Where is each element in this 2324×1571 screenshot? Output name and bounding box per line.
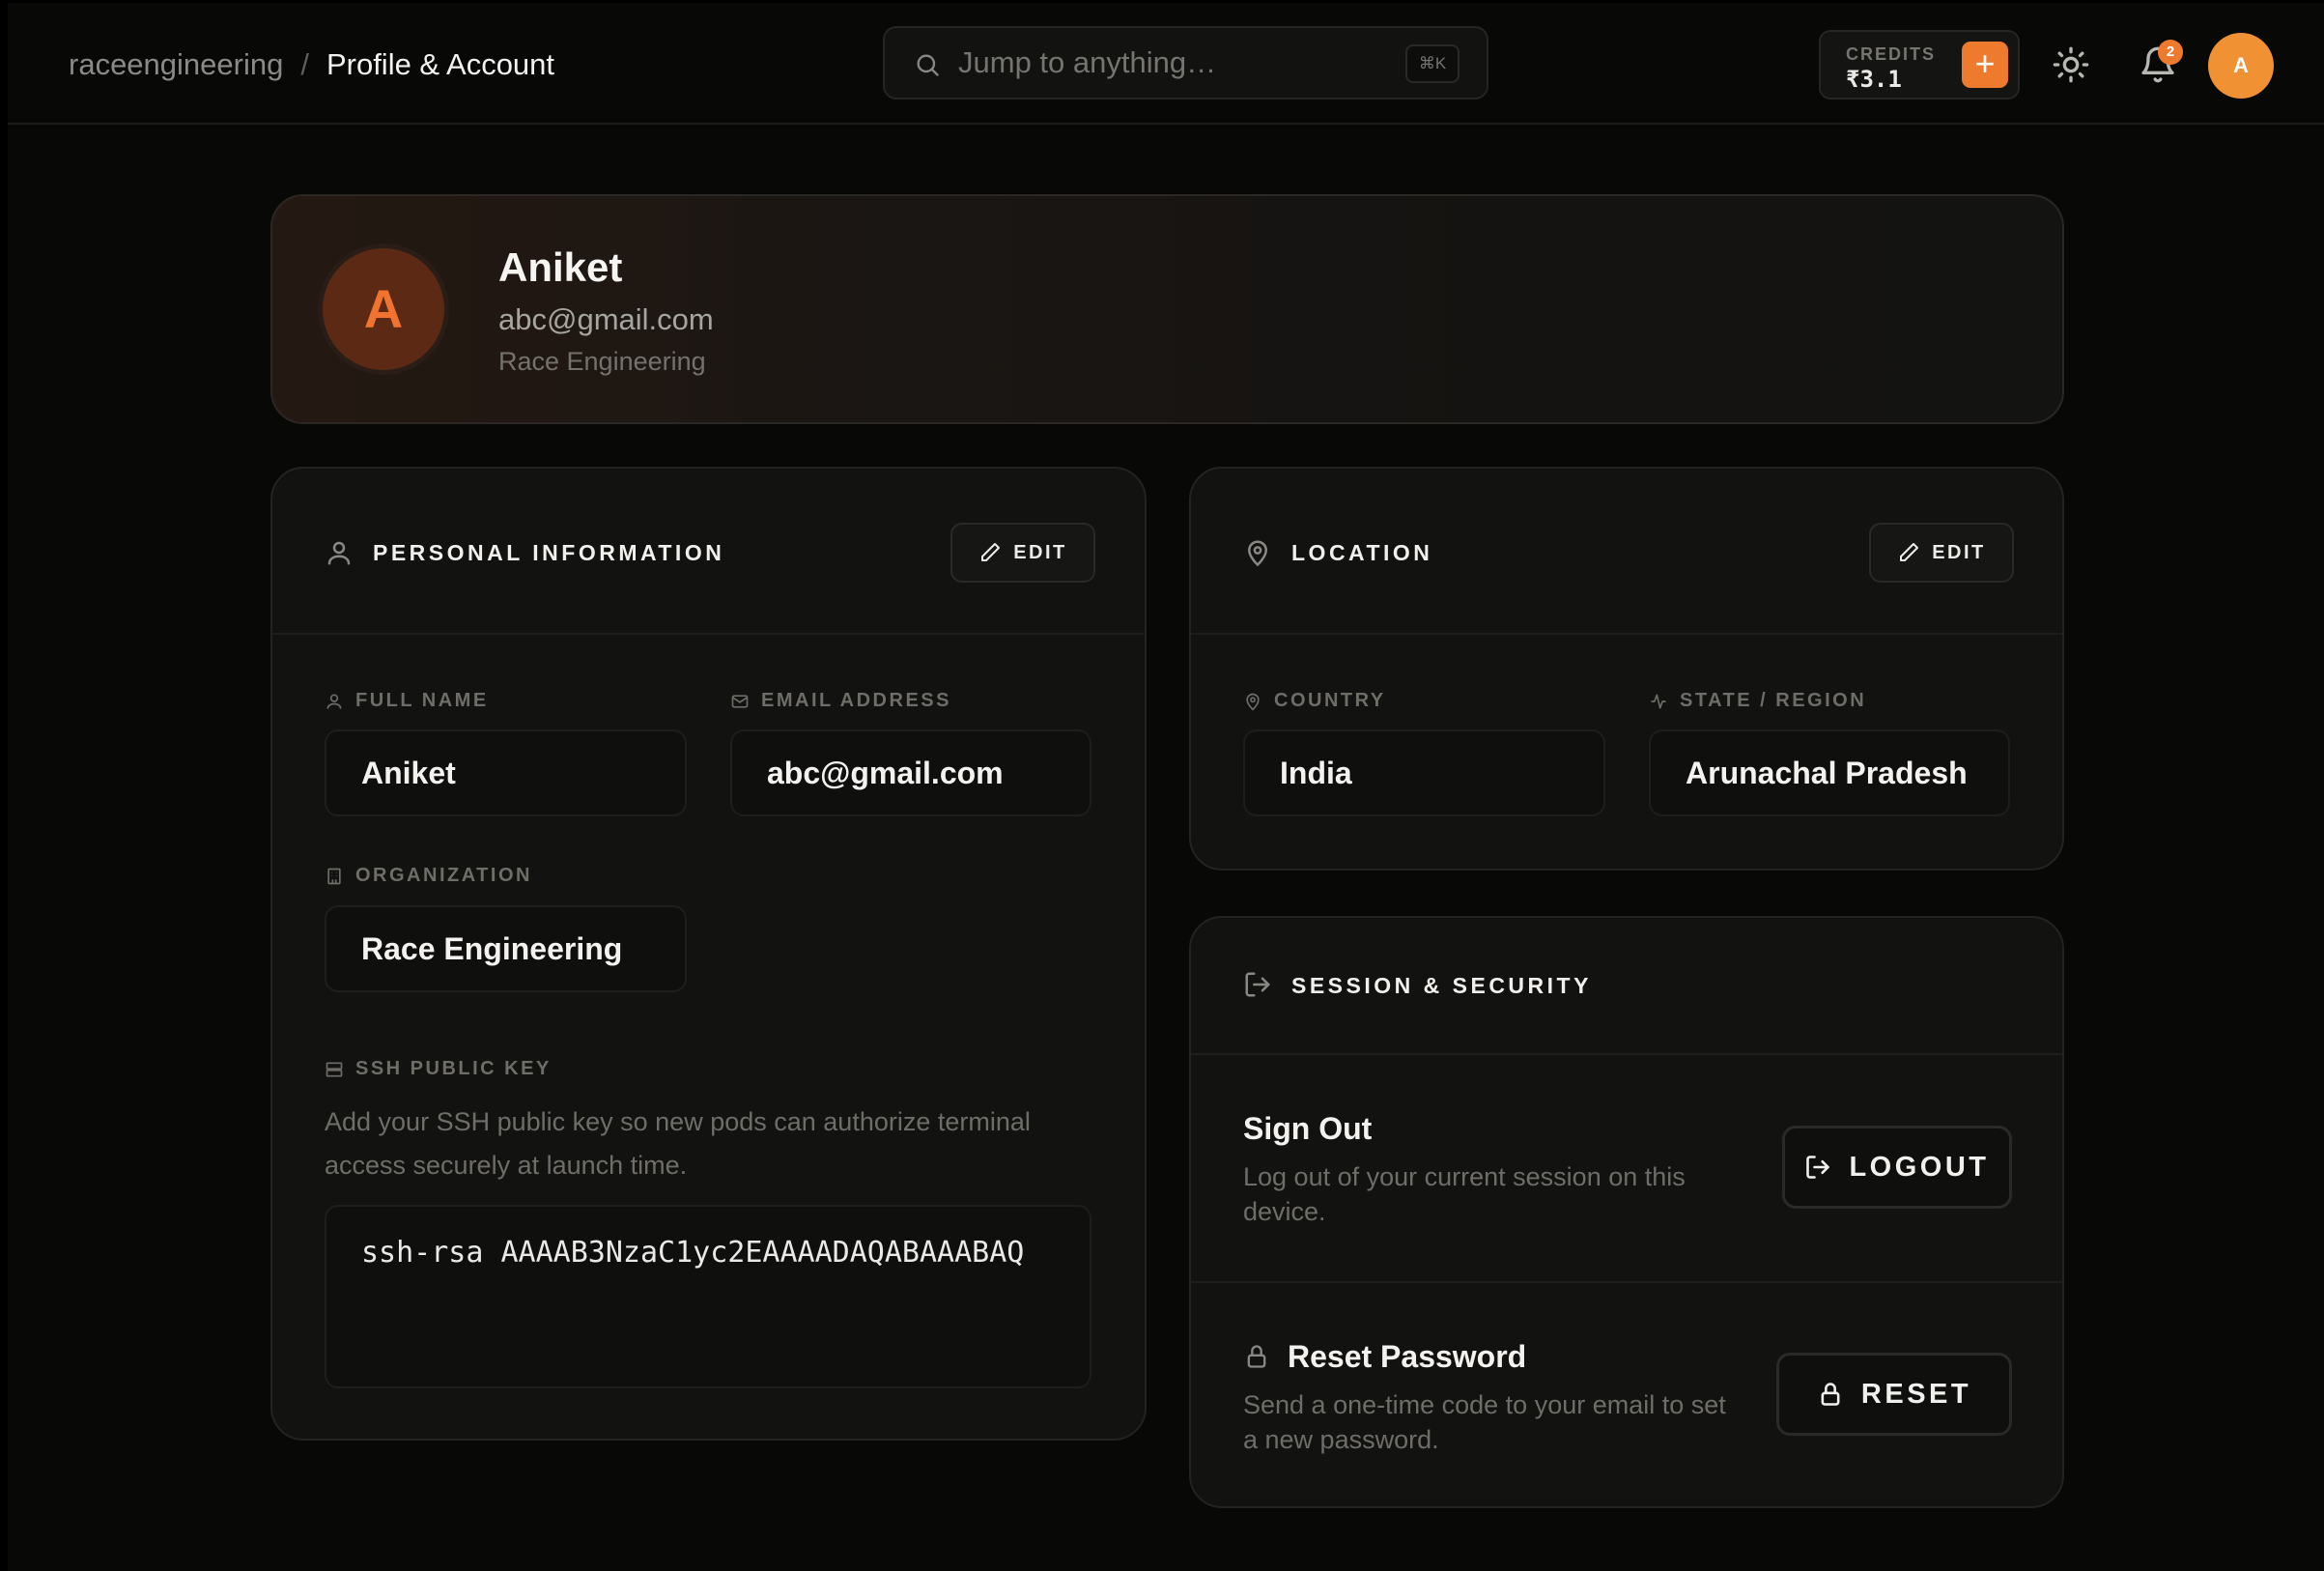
user-avatar-button[interactable]: A: [2208, 33, 2274, 99]
search-bar[interactable]: ⌘K: [883, 26, 1488, 100]
edit-label: EDIT: [1932, 541, 1986, 563]
pencil-icon: [1900, 543, 1919, 561]
reset-password-button[interactable]: RESET: [1776, 1353, 2012, 1436]
profile-organization: Race Engineering: [498, 347, 706, 376]
profile-name: Aniket: [498, 244, 623, 290]
location-card: LOCATION EDIT COUNTRY India STATE / REGI…: [1189, 467, 2064, 871]
add-credits-button[interactable]: +: [1962, 42, 2008, 88]
location-title: LOCATION: [1291, 540, 1433, 565]
sign-out-title: Sign Out: [1243, 1111, 1373, 1146]
full-name-label-text: FULL NAME: [355, 690, 489, 711]
profile-avatar: A: [318, 243, 449, 375]
credits-widget: CREDITS ₹3.1 +: [1819, 30, 2020, 100]
country-label-text: COUNTRY: [1274, 690, 1386, 711]
credits-value: ₹3.1: [1846, 66, 1902, 93]
search-icon: [917, 54, 939, 76]
log-out-icon: [1245, 972, 1270, 997]
breadcrumb-current: Profile & Account: [326, 47, 555, 81]
session-row-divider: [1191, 1281, 2062, 1283]
log-out-icon: [1806, 1156, 1830, 1179]
organization-label: ORGANIZATION: [325, 865, 532, 887]
ssh-key-description: Add your SSH public key so new pods can …: [325, 1107, 1031, 1180]
personal-information-title: PERSONAL INFORMATION: [373, 540, 725, 565]
window-frame-left: [0, 0, 8, 1571]
logout-label: LOGOUT: [1849, 1151, 1990, 1183]
reset-label: RESET: [1860, 1378, 1972, 1410]
sign-out-description: Log out of your current session on this …: [1243, 1162, 1686, 1226]
location-header: LOCATION EDIT: [1191, 469, 2062, 635]
reset-password-description: Send a one-time code to your email to se…: [1243, 1390, 1726, 1454]
mail-icon: [731, 694, 749, 708]
reset-password-title: Reset Password: [1288, 1339, 1527, 1374]
ssh-public-key-input[interactable]: ssh-rsa AAAAB3NzaC1yc2EAAAADAQABAAABAQ: [325, 1205, 1091, 1388]
organization-label-text: ORGANIZATION: [355, 865, 532, 886]
map-pin-icon: [1246, 693, 1260, 710]
breadcrumb: raceengineering / Profile & Account: [69, 47, 554, 82]
state-region-label: STATE / REGION: [1649, 690, 1866, 712]
state-region-label-text: STATE / REGION: [1680, 690, 1867, 711]
personal-information-card: PERSONAL INFORMATION EDIT FULL NAME Anik…: [270, 467, 1147, 1441]
credits-label: CREDITS: [1846, 44, 1937, 64]
breadcrumb-root-link[interactable]: raceengineering: [69, 47, 283, 82]
full-name-label: FULL NAME: [325, 690, 489, 712]
email-address-label-text: EMAIL ADDRESS: [761, 690, 951, 711]
pencil-icon: [981, 543, 1001, 561]
building-icon: [327, 868, 341, 884]
search-shortcut-badge: ⌘K: [1405, 44, 1460, 83]
lock-icon: [1247, 1345, 1266, 1368]
top-bar: raceengineering / Profile & Account ⌘K C…: [8, 3, 2324, 125]
lock-icon: [1821, 1383, 1840, 1406]
profile-email: abc@gmail.com: [498, 302, 714, 336]
edit-location-button[interactable]: EDIT: [1869, 523, 2014, 583]
edit-personal-information-button[interactable]: EDIT: [950, 523, 1095, 583]
full-name-field: Aniket: [325, 729, 687, 816]
search-input[interactable]: [958, 43, 1364, 82]
email-address-field: abc@gmail.com: [730, 729, 1091, 816]
edit-label: EDIT: [1013, 541, 1067, 563]
country-field: India: [1243, 729, 1605, 816]
ssh-public-key-label: SSH PUBLIC KEY: [325, 1058, 552, 1080]
breadcrumb-separator: /: [300, 47, 309, 81]
email-address-label: EMAIL ADDRESS: [730, 690, 951, 712]
country-label: COUNTRY: [1243, 690, 1386, 712]
map-pin-icon: [1247, 540, 1268, 567]
user-icon: [327, 541, 351, 565]
session-security-title: SESSION & SECURITY: [1291, 973, 1592, 998]
user-icon: [326, 694, 342, 709]
personal-information-header: PERSONAL INFORMATION EDIT: [272, 469, 1145, 635]
sun-icon[interactable]: [2052, 45, 2090, 84]
activity-icon: [1651, 694, 1666, 708]
ssh-public-key-label-text: SSH PUBLIC KEY: [355, 1058, 552, 1079]
server-icon: [326, 1062, 343, 1076]
session-security-header: SESSION & SECURITY: [1191, 918, 2062, 1055]
profile-summary-card: A Aniket abc@gmail.com Race Engineering: [270, 194, 2064, 424]
session-security-card: SESSION & SECURITY Sign Out Log out of y…: [1189, 916, 2064, 1508]
notification-count-badge: 2: [2158, 40, 2183, 65]
logout-button[interactable]: LOGOUT: [1782, 1126, 2012, 1209]
organization-field: Race Engineering: [325, 905, 687, 992]
state-region-field: Arunachal Pradesh: [1649, 729, 2010, 816]
